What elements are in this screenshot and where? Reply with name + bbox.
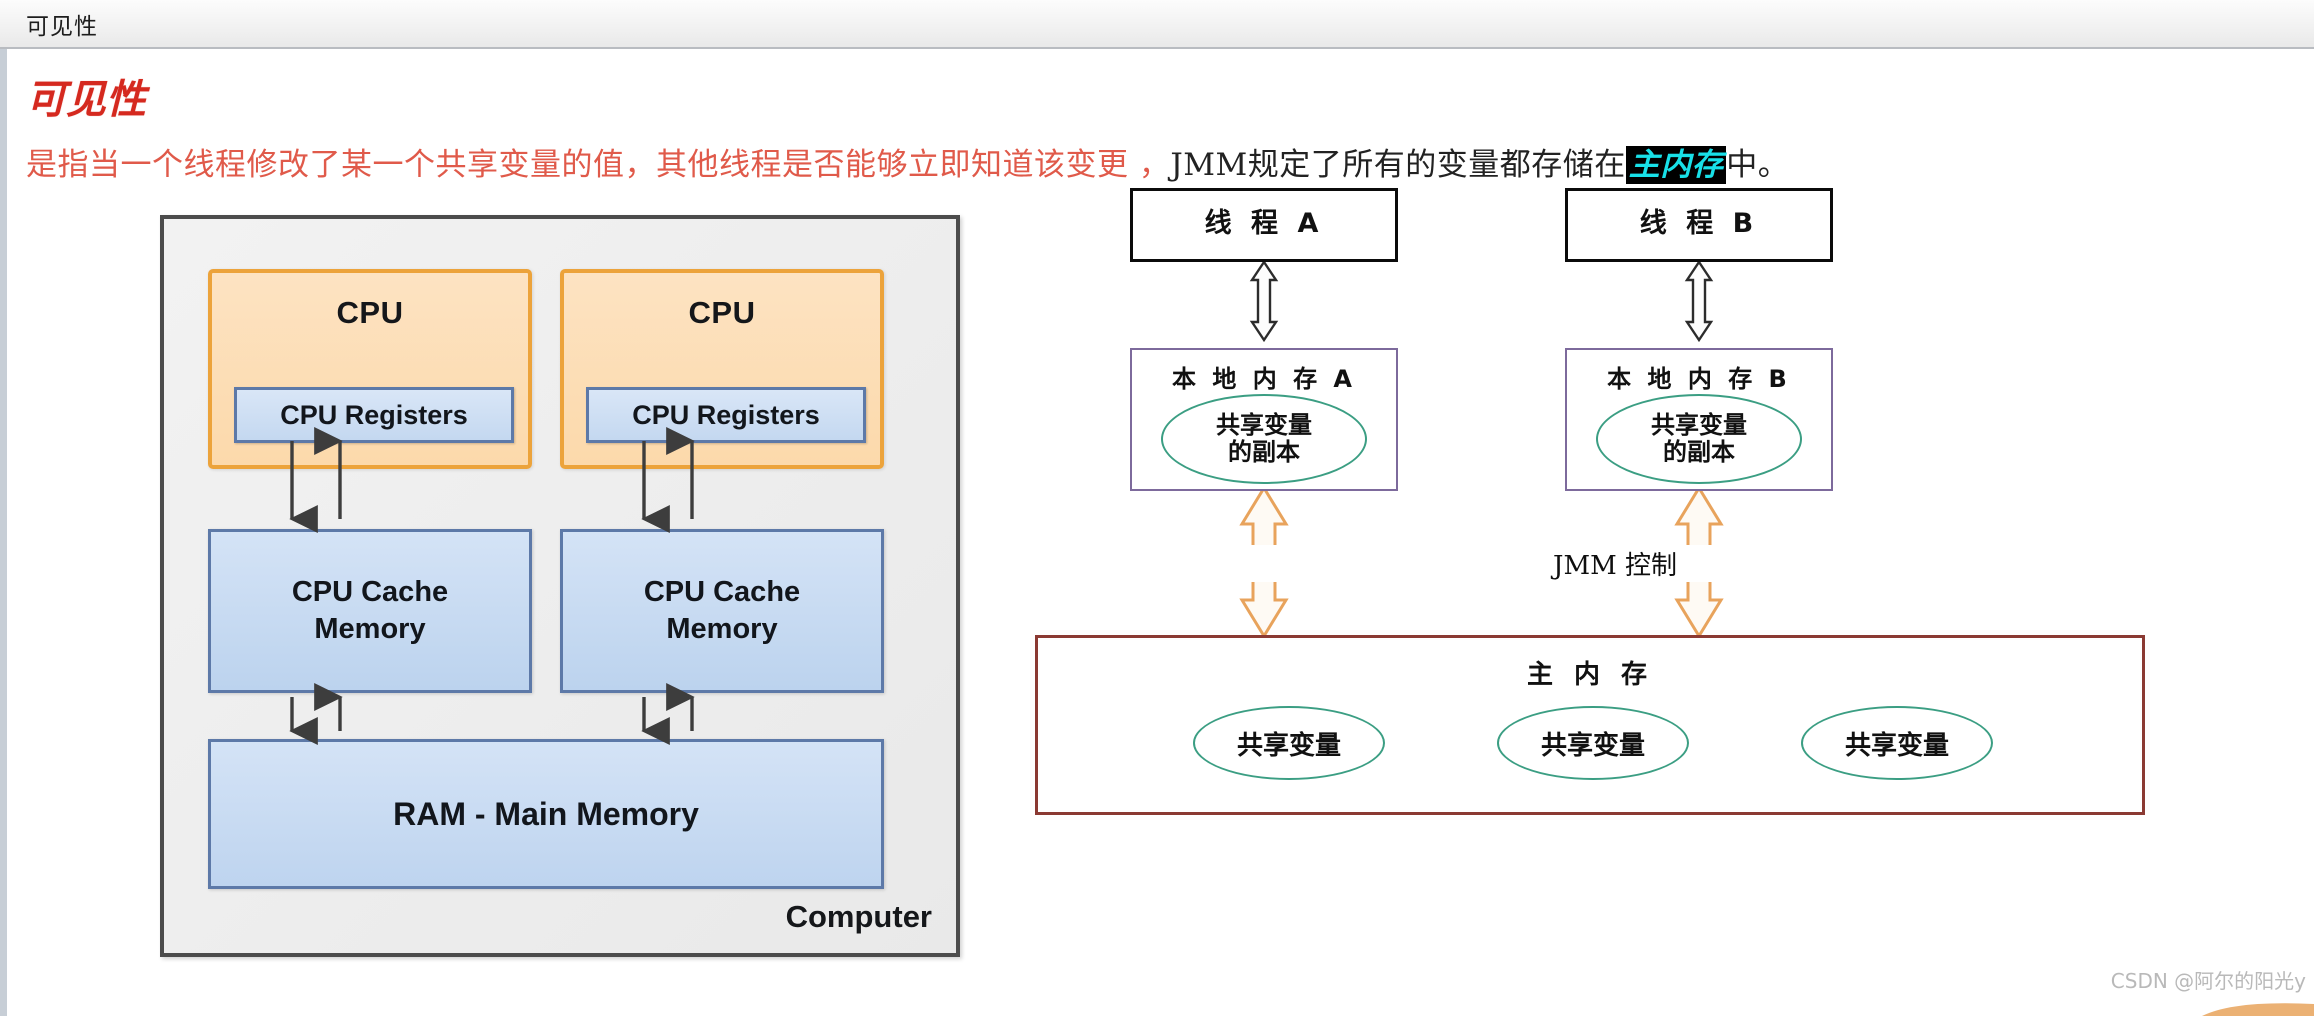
cpu-b-title: CPU (688, 295, 756, 330)
local-memory-b-title: 本 地 内 存 B (1607, 365, 1791, 393)
page-title: 可见性 (26, 76, 146, 123)
jmm-arrows (1239, 259, 1724, 639)
window-title: 可见性 (26, 13, 98, 40)
local-memory-b-variable: 共享变量 的副本 (1596, 394, 1802, 484)
cpu-cache-b: CPU Cache Memory (560, 529, 884, 693)
jmm-diagram: 线 程 A 线 程 B 本 地 内 存 A 共享变量 的副本 本 地 内 存 B… (1035, 188, 2314, 1016)
local-memory-a: 本 地 内 存 A 共享变量 的副本 (1130, 348, 1398, 491)
paragraph-segment-3: 中。 (1726, 147, 1790, 183)
article-content: 可见性 是指当一个线程修改了某一个共享变量的值，其他线程是否能够立即知道该变更 … (12, 49, 2314, 184)
local-memory-a-variable: 共享变量 的副本 (1161, 394, 1367, 484)
left-scroll-rail[interactable] (0, 49, 7, 1016)
cpu-box-a: CPU CPU Registers (208, 269, 532, 469)
cache-a-line2: Memory (314, 613, 426, 645)
cache-a-line1: CPU Cache (291, 575, 449, 608)
shared-variable: 共享变量 (1193, 706, 1385, 780)
article-paragraph: 是指当一个线程修改了某一个共享变量的值，其他线程是否能够立即知道该变更 ，JMM… (12, 125, 2314, 184)
main-memory-title: 主 内 存 (1526, 660, 1654, 690)
cpu-a-registers: CPU Registers (234, 387, 514, 443)
local-memory-b: 本 地 内 存 B 共享变量 的副本 (1565, 348, 1833, 491)
jmm-control-label: JMM 控制 (1060, 545, 2170, 582)
local-b-var-line1: 共享变量 (1651, 411, 1747, 440)
cache-b-line2: Memory (666, 613, 778, 645)
cache-b-line1: CPU Cache (643, 575, 801, 608)
local-memory-a-title: 本 地 内 存 A (1172, 365, 1356, 393)
accent-curve-decoration (2084, 998, 2314, 1016)
cpu-cache-a: CPU Cache Memory (208, 529, 532, 693)
highlighted-selection[interactable]: 主内存 (1625, 146, 1727, 184)
main-memory-variables: 共享变量 共享变量 共享变量 (1038, 706, 2148, 780)
page-root: 可见性 可见性 是指当一个线程修改了某一个共享变量的值，其他线程是否能够立即知道… (0, 0, 2314, 1016)
csdn-watermark: CSDN @阿尔的阳光y (2110, 969, 2306, 993)
computer-diagram: CPU CPU Registers CPU CPU Registers CPU … (160, 215, 960, 957)
left-rail-inner (7, 49, 10, 1016)
main-memory-box: 主 内 存 共享变量 共享变量 共享变量 (1035, 635, 2145, 815)
local-b-var-line2: 的副本 (1663, 438, 1735, 466)
computer-label: Computer (785, 899, 932, 934)
local-a-var-line1: 共享变量 (1216, 411, 1312, 440)
cpu-a-title: CPU (336, 295, 404, 330)
jmm-control-text: JMM 控制 (1535, 551, 1695, 581)
window-titlebar: 可见性 (0, 0, 2314, 49)
ram-main-memory: RAM - Main Memory (208, 739, 884, 889)
paragraph-segment-1: 是指当一个线程修改了某一个共享变量的值，其他线程是否能够立即知道该变更 ， (26, 147, 1171, 183)
cpu-box-b: CPU CPU Registers (560, 269, 884, 469)
thread-box-a: 线 程 A (1130, 188, 1398, 262)
paragraph-segment-2: JMM规定了所有的变量都存储在 (1170, 147, 1626, 183)
cpu-b-registers: CPU Registers (586, 387, 866, 443)
local-a-var-line2: 的副本 (1228, 438, 1300, 466)
shared-variable: 共享变量 (1801, 706, 1993, 780)
thread-box-b: 线 程 B (1565, 188, 1833, 262)
shared-variable: 共享变量 (1497, 706, 1689, 780)
